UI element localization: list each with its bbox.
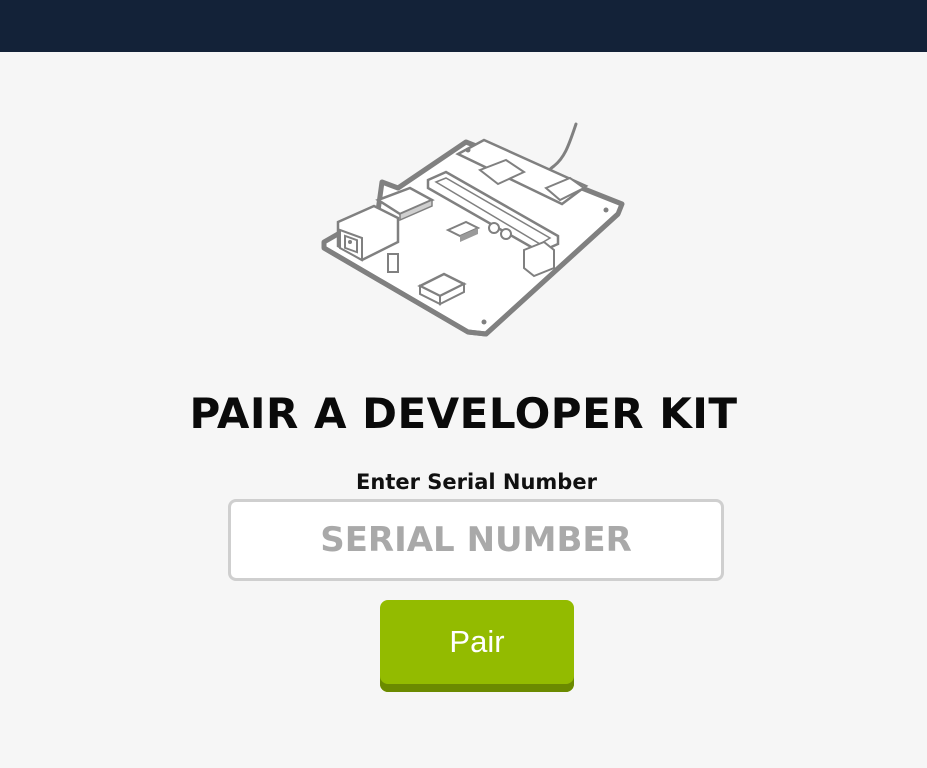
serial-number-input[interactable] xyxy=(228,499,724,581)
page-title: PAIR A DEVELOPER KIT xyxy=(189,389,738,438)
top-navigation-bar xyxy=(0,0,927,52)
serial-number-label: Enter Serial Number xyxy=(356,470,597,494)
developer-kit-board-icon xyxy=(321,122,625,337)
pair-button[interactable]: Pair xyxy=(380,600,574,692)
